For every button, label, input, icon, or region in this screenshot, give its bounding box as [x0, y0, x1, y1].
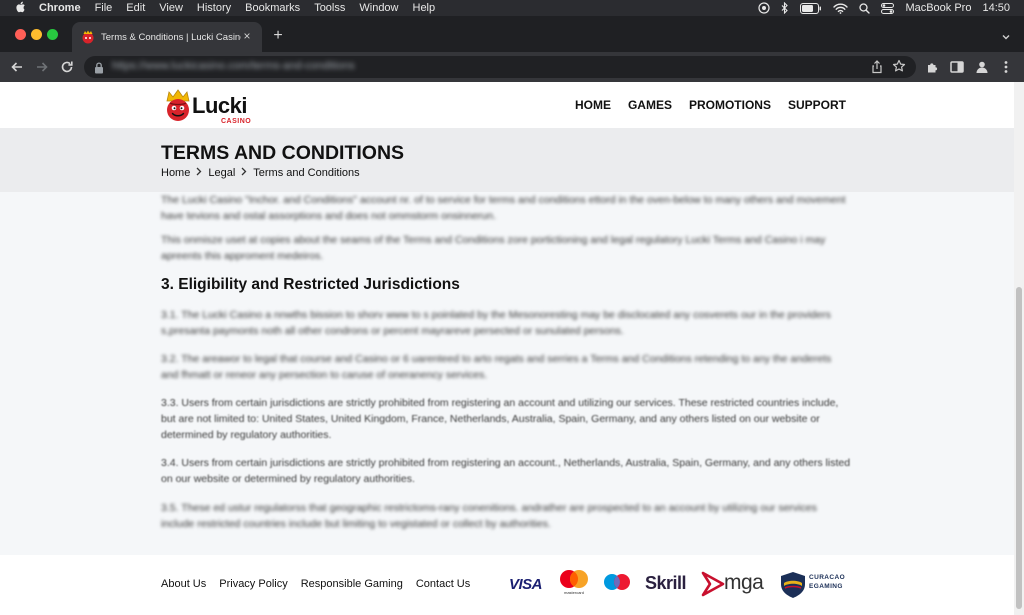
battery-icon[interactable] [800, 2, 822, 14]
page-title: TERMS AND CONDITIONS [161, 142, 405, 164]
clause-3-3: 3.3. Users from certain jurisdictions ar… [161, 397, 839, 441]
lucki-mascot-icon [165, 89, 191, 123]
control-center-icon[interactable] [881, 2, 895, 14]
breadcrumb-current: Terms and Conditions [253, 167, 360, 179]
tab-search-chevron-icon[interactable] [1000, 30, 1012, 42]
mga-logo: mga [724, 571, 764, 594]
back-arrow-icon[interactable] [9, 59, 25, 75]
menu-history[interactable]: History [197, 2, 231, 14]
breadcrumb-legal[interactable]: Legal [208, 167, 235, 179]
breadcrumb-chevron-icon [241, 167, 247, 179]
menu-edit[interactable]: Edit [126, 2, 145, 14]
menu-file[interactable]: File [95, 2, 113, 14]
intro-paragraph-1: The Lucki Casino "Inchor. and Conditions… [161, 194, 846, 222]
mastercard-logo-icon: mastercard [558, 568, 590, 598]
page-title-banner: TERMS AND CONDITIONS Home Legal Terms an… [0, 128, 1014, 192]
footer-links: About Us Privacy Policy Responsible Gami… [161, 578, 470, 590]
window-zoom-button[interactable] [47, 29, 58, 40]
nav-support[interactable]: SUPPORT [788, 98, 846, 112]
clause-3-5: 3.5. These ed ustur regulatorss that geo… [161, 502, 817, 530]
share-icon[interactable] [870, 60, 884, 74]
menu-app-name[interactable]: Chrome [39, 2, 81, 14]
apple-logo-icon[interactable] [13, 1, 27, 16]
page-scrollbar-thumb[interactable] [1016, 287, 1022, 609]
nav-home[interactable]: HOME [575, 98, 611, 112]
clause-3-1: 3.1. The Lucki Casino a nnwths bission t… [161, 309, 831, 337]
site-header: Lucki CASINO HOME GAMES PROMOTIONS SUPPO… [0, 82, 1014, 128]
clause-3-2: 3.2. The areawor to legal that course an… [161, 353, 832, 381]
footer-link-about[interactable]: About Us [161, 578, 206, 590]
menu-window[interactable]: Window [359, 2, 398, 14]
site-footer: About Us Privacy Policy Responsible Gami… [0, 555, 1014, 615]
extensions-puzzle-icon[interactable] [925, 59, 941, 75]
mga-star-icon [701, 571, 725, 601]
section-heading: 3. Eligibility and Restricted Jurisdicti… [161, 276, 460, 293]
menu-tools[interactable]: Toolss [314, 2, 345, 14]
site-logo[interactable]: Lucki CASINO [165, 89, 255, 125]
window-minimize-button[interactable] [31, 29, 42, 40]
menu-help[interactable]: Help [413, 2, 436, 14]
page-viewport: Lucki CASINO HOME GAMES PROMOTIONS SUPPO… [0, 82, 1024, 615]
new-tab-button[interactable]: + [270, 28, 286, 44]
terms-content: The Lucki Casino "Inchor. and Conditions… [0, 192, 1014, 555]
lock-icon[interactable] [94, 61, 104, 74]
curacao-shield-icon [779, 571, 807, 601]
reload-icon[interactable] [59, 59, 75, 75]
breadcrumb-chevron-icon [196, 167, 202, 179]
logo-wordmark: Lucki [192, 93, 247, 118]
device-name: MacBook Pro [905, 2, 972, 14]
url-text[interactable]: https://www.luckicasino.com/terms-and-co… [112, 60, 355, 72]
clock[interactable]: 14:50 [982, 2, 1010, 14]
skrill-logo: Skrill [645, 573, 687, 593]
macos-menu-bar: Chrome File Edit View History Bookmarks … [0, 0, 1024, 16]
mastercard-wordmark: mastercard [564, 590, 584, 595]
forward-arrow-icon[interactable] [34, 59, 50, 75]
visa-logo: VISA [509, 576, 543, 593]
clause-3-4: 3.4. Users from certain jurisdictions ar… [161, 457, 851, 485]
bookmark-star-icon[interactable] [892, 59, 906, 73]
browser-tab-strip: Terms & Conditions | Lucki Casino × + [0, 16, 1024, 52]
maestro-logo-icon [602, 572, 632, 602]
nav-games[interactable]: GAMES [628, 98, 672, 112]
bluetooth-icon[interactable] [781, 2, 789, 14]
location-icon[interactable] [758, 2, 771, 14]
window-close-button[interactable] [15, 29, 26, 40]
logo-subtitle: CASINO [221, 118, 252, 125]
intro-paragraph-2: This onmisze uset at copies about the se… [161, 234, 826, 262]
curacao-egaming-logo: CURACAO EGAMING [809, 573, 845, 603]
nav-promotions[interactable]: PROMOTIONS [689, 98, 771, 112]
footer-link-contact[interactable]: Contact Us [416, 578, 470, 590]
breadcrumb: Home Legal Terms and Conditions [161, 167, 360, 179]
browser-tab-active[interactable]: Terms & Conditions | Lucki Casino × [72, 22, 262, 52]
curacao-line-1: CURACAO [809, 574, 846, 581]
tab-title: Terms & Conditions | Lucki Casino [101, 31, 241, 43]
tab-close-icon[interactable]: × [241, 30, 253, 42]
lucki-favicon-icon [81, 30, 95, 44]
browser-menu-kebab-icon[interactable] [998, 59, 1014, 75]
breadcrumb-home[interactable]: Home [161, 167, 190, 179]
footer-link-privacy[interactable]: Privacy Policy [219, 578, 287, 590]
browser-toolbar: https://www.luckicasino.com/terms-and-co… [0, 52, 1024, 82]
side-panel-icon[interactable] [949, 59, 965, 75]
main-nav: HOME GAMES PROMOTIONS SUPPORT [575, 98, 846, 112]
menu-bookmarks[interactable]: Bookmarks [245, 2, 300, 14]
address-bar[interactable]: https://www.luckicasino.com/terms-and-co… [84, 56, 916, 78]
menu-view[interactable]: View [159, 2, 183, 14]
wifi-icon[interactable] [833, 3, 849, 14]
curacao-line-2: EGAMING [809, 583, 843, 590]
profile-avatar-icon[interactable] [974, 59, 990, 75]
spotlight-search-icon[interactable] [859, 2, 871, 14]
footer-link-responsible-gaming[interactable]: Responsible Gaming [301, 578, 403, 590]
status-area: MacBook Pro 14:50 [758, 0, 1010, 16]
